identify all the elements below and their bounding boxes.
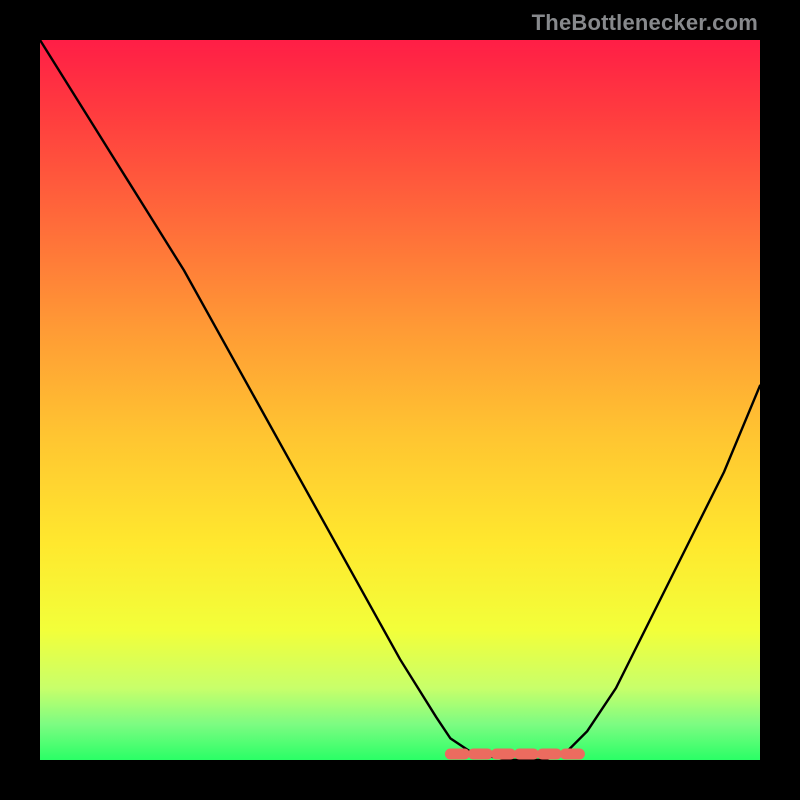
watermark-label: TheBottlenecker.com: [532, 10, 758, 36]
curve-overlay: [40, 40, 760, 760]
bottleneck-curve: [40, 40, 760, 760]
